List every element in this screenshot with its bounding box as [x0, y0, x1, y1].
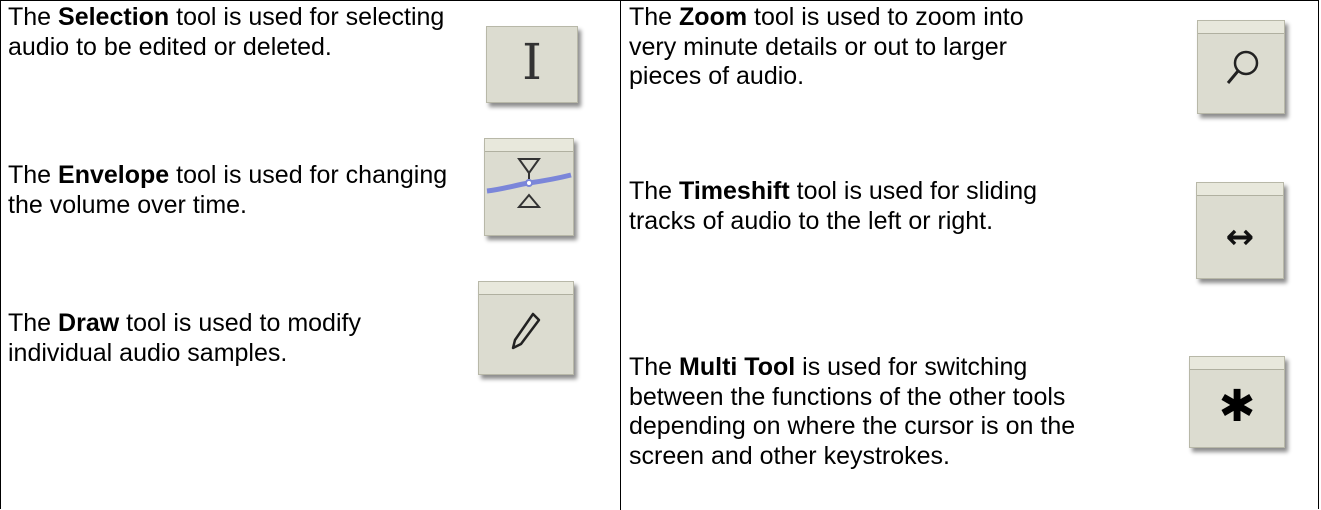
magnifier-icon: [1226, 50, 1259, 84]
I-beam-icon: I: [522, 33, 542, 91]
selection-tool-button[interactable]: I: [486, 26, 578, 103]
envelope-description: The Envelope tool is used for changing t…: [8, 161, 448, 219]
draw-tool-button[interactable]: [478, 281, 574, 375]
multi-tool-name: Multi Tool: [679, 353, 796, 381]
timeshift-description: The Timeshift tool is used for sliding t…: [629, 177, 1038, 235]
envelope-icon: [486, 158, 572, 208]
envelope-tool-name: Envelope: [58, 161, 170, 189]
selection-tool-name: Selection: [58, 3, 170, 31]
double-arrow-icon: ↔: [1225, 217, 1255, 257]
column-divider: [620, 0, 621, 510]
timeshift-tool-button[interactable]: ↔: [1196, 182, 1284, 279]
multi-tool-description: The Multi Tool is used for switching bet…: [629, 353, 1076, 470]
zoom-description: The Zoom tool is used to zoom into very …: [629, 3, 1024, 90]
zoom-tool-name: Zoom: [679, 3, 748, 31]
multi-tool-button[interactable]: ✱: [1189, 356, 1285, 448]
selection-description: The Selection tool is used for selecting…: [8, 3, 445, 61]
zoom-tool-button[interactable]: [1197, 20, 1285, 114]
pencil-icon: [511, 312, 541, 350]
envelope-tool-button[interactable]: [484, 138, 574, 236]
timeshift-tool-name: Timeshift: [679, 177, 790, 205]
draw-tool-name: Draw: [58, 309, 120, 337]
asterisk-icon: ✱: [1218, 381, 1256, 432]
draw-description: The Draw tool is used to modify individu…: [8, 309, 361, 367]
